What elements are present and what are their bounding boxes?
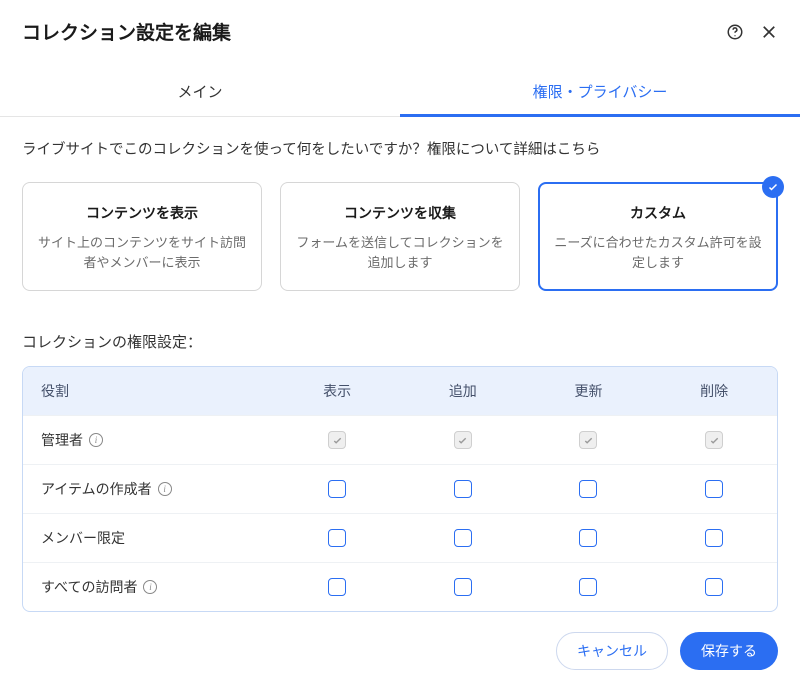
- intro-text: ライブサイトでこのコレクションを使って何をしたいですか？権限について詳細はこちら: [22, 139, 778, 162]
- role-cell: 管理者 i: [23, 416, 274, 464]
- checkbox-admin-delete: [705, 431, 723, 449]
- edit-collection-settings-dialog: コレクション設定を編集 メイン 権限・プライバシー ライブサイトでこのコレクショ…: [0, 0, 800, 690]
- col-add: 追加: [400, 367, 526, 415]
- card-collect-content[interactable]: コンテンツを収集 フォームを送信してコレクションを追加します: [280, 182, 520, 291]
- checkbox-everyone-delete[interactable]: [705, 578, 723, 596]
- save-button[interactable]: 保存する: [680, 632, 778, 670]
- checkbox-author-delete[interactable]: [705, 480, 723, 498]
- close-icon[interactable]: [760, 23, 778, 41]
- card-desc: フォームを送信してコレクションを追加します: [295, 233, 505, 272]
- dialog-footer: キャンセル 保存する: [0, 614, 800, 690]
- table-row-author: アイテムの作成者 i: [23, 464, 777, 513]
- table-header-row: 役割 表示 追加 更新 削除: [23, 367, 777, 415]
- checkbox-member-delete[interactable]: [705, 529, 723, 547]
- col-update: 更新: [526, 367, 652, 415]
- checkbox-admin-update: [579, 431, 597, 449]
- checkbox-member-update[interactable]: [579, 529, 597, 547]
- card-title: カスタム: [553, 203, 763, 223]
- role-cell: すべての訪問者 i: [23, 563, 274, 611]
- checkbox-admin-add: [454, 431, 472, 449]
- table-row-everyone: すべての訪問者 i: [23, 562, 777, 611]
- card-custom[interactable]: カスタム ニーズに合わせたカスタム許可を設定します: [538, 182, 778, 291]
- card-desc: ニーズに合わせたカスタム許可を設定します: [553, 233, 763, 272]
- tab-main[interactable]: メイン: [0, 65, 400, 116]
- info-icon[interactable]: i: [89, 433, 103, 447]
- checkbox-everyone-view[interactable]: [328, 578, 346, 596]
- role-cell: アイテムの作成者 i: [23, 465, 274, 513]
- checkbox-everyone-add[interactable]: [454, 578, 472, 596]
- checkbox-author-update[interactable]: [579, 480, 597, 498]
- card-desc: サイト上のコンテンツをサイト訪問者やメンバーに表示: [37, 233, 247, 272]
- cancel-button[interactable]: キャンセル: [556, 632, 668, 670]
- checkbox-admin-view: [328, 431, 346, 449]
- permission-mode-cards: コンテンツを表示 サイト上のコンテンツをサイト訪問者やメンバーに表示 コンテンツ…: [22, 182, 778, 291]
- role-label: アイテムの作成者: [41, 479, 152, 499]
- card-display-content[interactable]: コンテンツを表示 サイト上のコンテンツをサイト訪問者やメンバーに表示: [22, 182, 262, 291]
- selected-check-icon: [762, 176, 784, 198]
- header-icons: [726, 23, 778, 41]
- help-icon[interactable]: [726, 23, 744, 41]
- info-icon[interactable]: i: [143, 580, 157, 594]
- dialog-body: ライブサイトでこのコレクションを使って何をしたいですか？権限について詳細はこちら…: [0, 117, 800, 614]
- checkbox-author-view[interactable]: [328, 480, 346, 498]
- tab-permissions[interactable]: 権限・プライバシー: [400, 65, 800, 116]
- dialog-title: コレクション設定を編集: [22, 18, 231, 45]
- table-row-member: メンバー限定: [23, 513, 777, 562]
- card-title: コンテンツを表示: [37, 203, 247, 223]
- role-label: メンバー限定: [41, 528, 125, 548]
- card-title: コンテンツを収集: [295, 203, 505, 223]
- role-cell: メンバー限定: [23, 514, 274, 562]
- checkbox-member-view[interactable]: [328, 529, 346, 547]
- tabs: メイン 権限・プライバシー: [0, 65, 800, 117]
- permissions-table: 役割 表示 追加 更新 削除 管理者 i アイテムの作成者 i: [22, 366, 778, 612]
- permissions-section-title: コレクションの権限設定：: [22, 331, 778, 352]
- table-row-admin: 管理者 i: [23, 415, 777, 464]
- role-label: 管理者: [41, 430, 83, 450]
- checkbox-author-add[interactable]: [454, 480, 472, 498]
- checkbox-member-add[interactable]: [454, 529, 472, 547]
- col-delete: 削除: [651, 367, 777, 415]
- role-label: すべての訪問者: [41, 577, 137, 597]
- dialog-header: コレクション設定を編集: [0, 0, 800, 55]
- col-role: 役割: [23, 367, 274, 415]
- col-view: 表示: [274, 367, 400, 415]
- info-icon[interactable]: i: [158, 482, 172, 496]
- checkbox-everyone-update[interactable]: [579, 578, 597, 596]
